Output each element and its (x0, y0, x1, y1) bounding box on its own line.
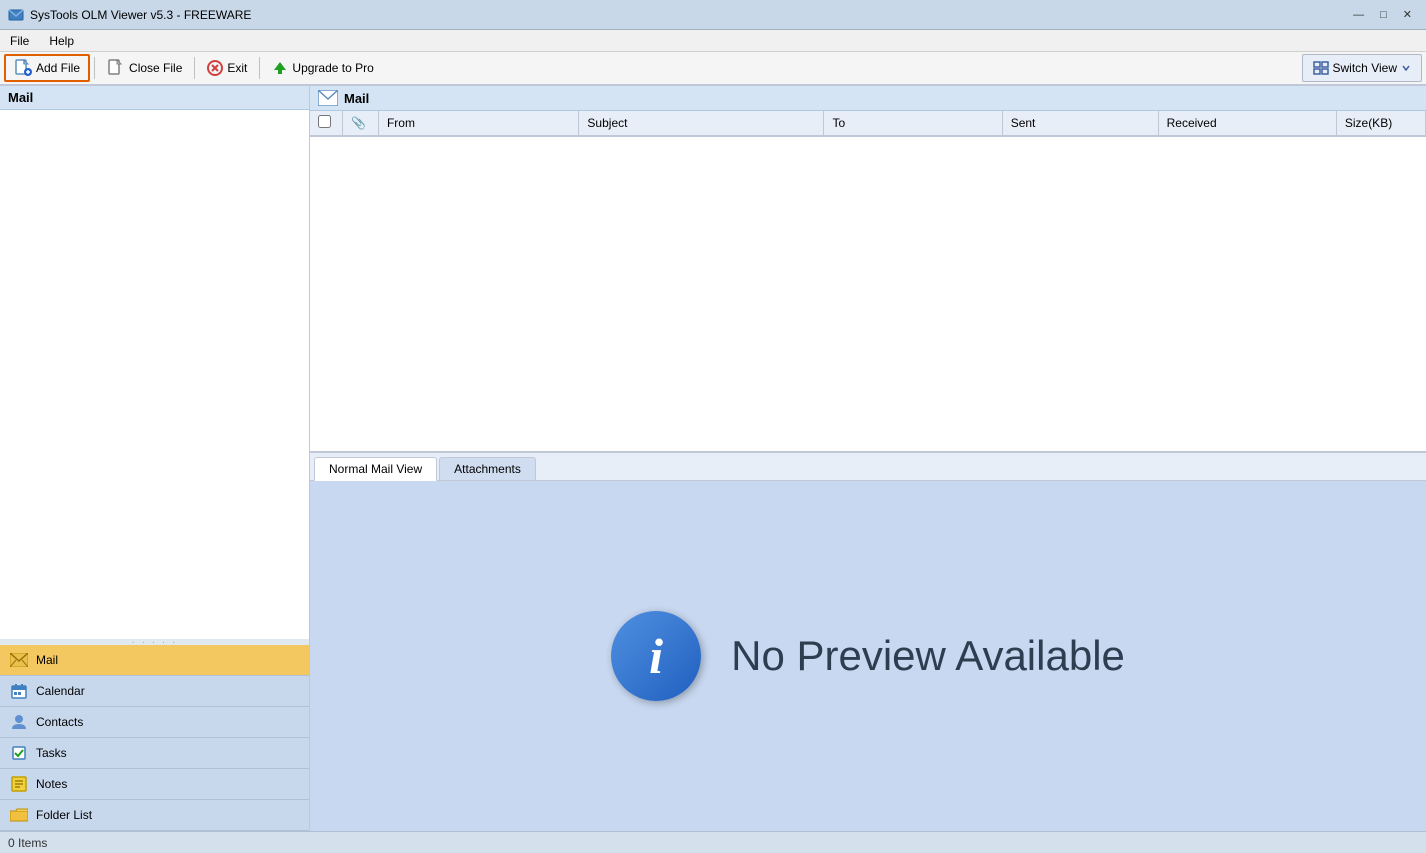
maximize-button[interactable]: □ (1374, 6, 1393, 23)
separator-1 (94, 57, 95, 79)
upgrade-icon (272, 60, 288, 76)
title-bar: SysTools OLM Viewer v5.3 - FREEWARE — □ … (0, 0, 1426, 30)
nav-item-notes[interactable]: Notes (0, 769, 309, 800)
add-file-label: Add File (36, 61, 80, 75)
switch-view-icon (1313, 60, 1329, 76)
col-header-from[interactable]: From (378, 111, 578, 136)
contacts-icon (10, 713, 28, 731)
mail-panel-title: Mail (344, 91, 369, 106)
window-controls: — □ ✕ (1347, 6, 1418, 23)
add-file-icon (14, 59, 32, 77)
nav-item-tasks[interactable]: Tasks (0, 738, 309, 769)
title-left: SysTools OLM Viewer v5.3 - FREEWARE (8, 7, 251, 23)
switch-view-button[interactable]: Switch View (1302, 54, 1422, 82)
notes-icon (10, 775, 28, 793)
menu-file[interactable]: File (0, 32, 39, 50)
col-header-attach[interactable]: 📎 (343, 111, 379, 136)
col-header-to[interactable]: To (824, 111, 1002, 136)
nav-label-notes: Notes (36, 777, 67, 791)
menu-bar: File Help (0, 30, 1426, 52)
close-file-button[interactable]: Close File (99, 54, 190, 82)
content-area: Mail 📎 From Subject To Sent Received (310, 86, 1426, 831)
folder-list-icon (10, 806, 28, 824)
exit-button[interactable]: Exit (199, 54, 255, 82)
tab-normal-mail-view[interactable]: Normal Mail View (314, 457, 437, 481)
nav-item-calendar[interactable]: Calendar (0, 676, 309, 707)
nav-label-calendar: Calendar (36, 684, 85, 698)
nav-item-folder-list[interactable]: Folder List (0, 800, 309, 831)
item-count: 0 Items (8, 836, 47, 850)
table-header-row: 📎 From Subject To Sent Received Size(KB) (310, 111, 1426, 136)
email-table: 📎 From Subject To Sent Received Size(KB) (310, 111, 1426, 137)
exit-icon (207, 60, 223, 76)
upgrade-button[interactable]: Upgrade to Pro (264, 54, 381, 82)
tab-attachments[interactable]: Attachments (439, 457, 536, 480)
status-bar: 0 Items (0, 831, 1426, 853)
upgrade-label: Upgrade to Pro (292, 61, 373, 75)
nav-item-mail[interactable]: Mail (0, 645, 309, 676)
tasks-icon (10, 744, 28, 762)
toolbar: Add File Close File Exit Upgrade to (0, 52, 1426, 86)
chevron-down-icon (1401, 63, 1411, 73)
nav-label-tasks: Tasks (36, 746, 67, 760)
sidebar-tree[interactable] (0, 110, 309, 639)
switch-view-label: Switch View (1333, 61, 1397, 75)
separator-2 (194, 57, 195, 79)
bottom-panel: Normal Mail View Attachments No Preview … (310, 451, 1426, 831)
toolbar-buttons: Add File Close File Exit Upgrade to (4, 54, 382, 82)
nav-item-contacts[interactable]: Contacts (0, 707, 309, 738)
exit-label: Exit (227, 61, 247, 75)
nav-items: Mail Calendar (0, 645, 309, 831)
app-icon (8, 7, 24, 23)
col-header-subject[interactable]: Subject (579, 111, 824, 136)
mail-icon (10, 651, 28, 669)
nav-label-contacts: Contacts (36, 715, 83, 729)
nav-label-mail: Mail (36, 653, 58, 667)
close-file-label: Close File (129, 61, 182, 75)
mail-header: Mail (310, 86, 1426, 111)
col-header-received[interactable]: Received (1158, 111, 1336, 136)
separator-3 (259, 57, 260, 79)
close-button[interactable]: ✕ (1397, 6, 1418, 23)
sidebar-header: Mail (0, 86, 309, 110)
window-title: SysTools OLM Viewer v5.3 - FREEWARE (30, 8, 251, 22)
info-icon (611, 611, 701, 701)
minimize-button[interactable]: — (1347, 6, 1370, 23)
col-header-check[interactable] (310, 111, 343, 136)
close-file-icon (107, 59, 125, 77)
main-area: Mail Mail (0, 86, 1426, 831)
mail-header-icon (318, 90, 338, 106)
nav-label-folder-list: Folder List (36, 808, 92, 822)
menu-help[interactable]: Help (39, 32, 84, 50)
sidebar: Mail Mail (0, 86, 310, 831)
col-header-sent[interactable]: Sent (1002, 111, 1158, 136)
select-all-checkbox[interactable] (318, 115, 331, 128)
tabs-bar: Normal Mail View Attachments (310, 453, 1426, 481)
preview-area: No Preview Available (310, 481, 1426, 831)
add-file-button[interactable]: Add File (4, 54, 90, 82)
col-header-size[interactable]: Size(KB) (1336, 111, 1425, 136)
email-table-container[interactable]: 📎 From Subject To Sent Received Size(KB) (310, 111, 1426, 451)
no-preview-text: No Preview Available (731, 632, 1125, 680)
calendar-icon (10, 682, 28, 700)
